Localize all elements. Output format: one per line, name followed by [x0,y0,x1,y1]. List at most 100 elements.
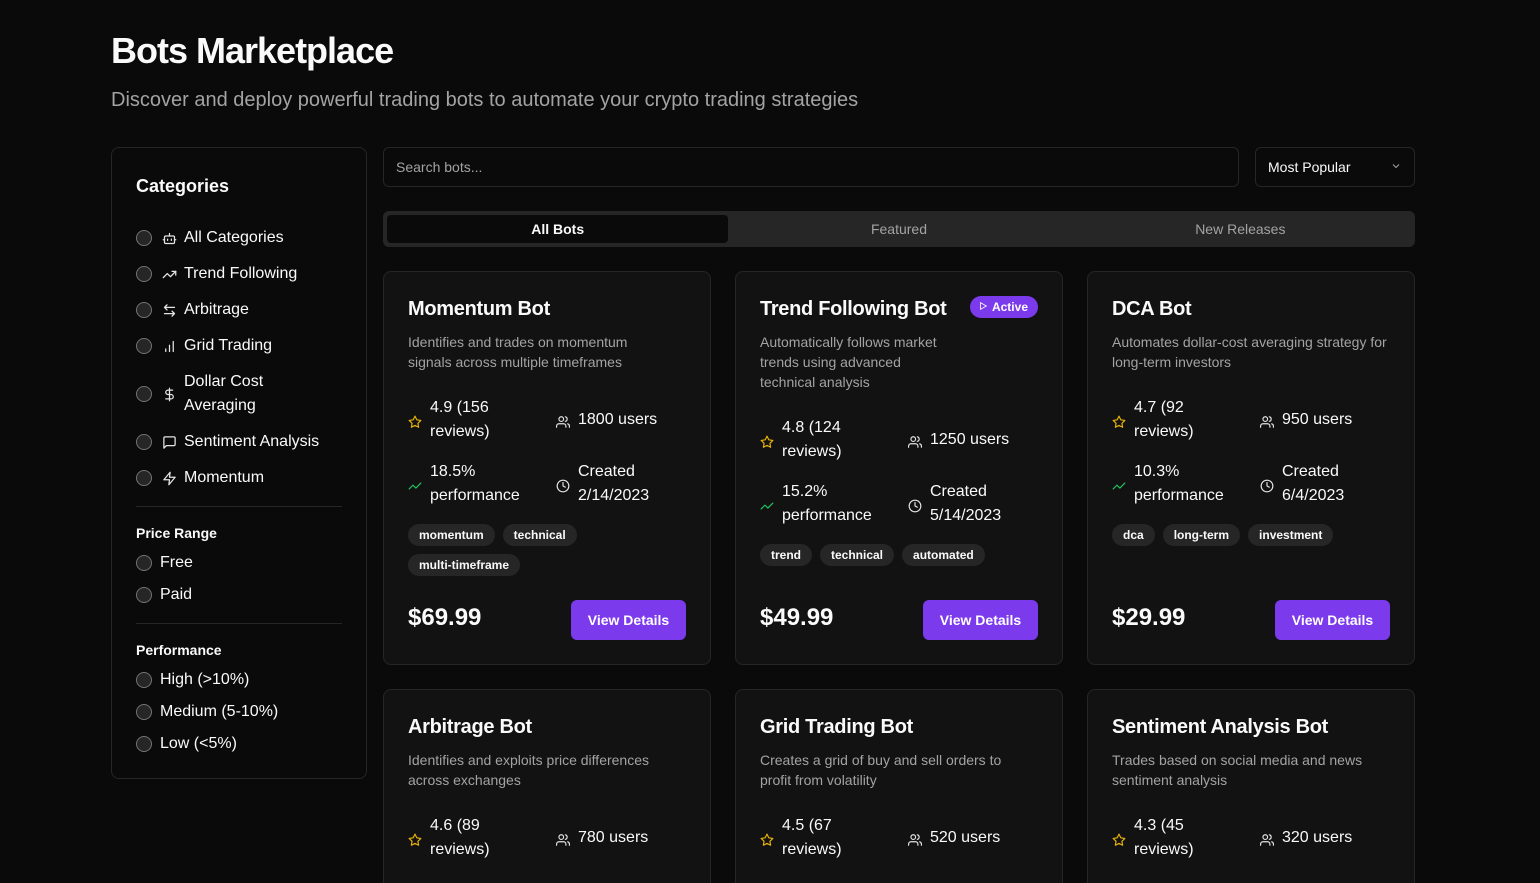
option-label: High (>10%) [160,671,250,688]
trending-up-icon [160,265,178,283]
bot-tags: trend technical automated [760,544,1040,566]
performance-medium-option[interactable]: Medium (5-10%) [136,696,346,728]
category-list: All Categories Trend Following Arbitrage… [136,220,346,760]
bot-icon [160,229,178,247]
bot-rating: 4.3 (45 reviews) [1112,814,1232,862]
radio-button[interactable] [136,230,152,246]
status-badge: Active [969,296,1038,318]
bot-description: Automatically follows market trends usin… [760,334,937,390]
bot-name: DCA Bot [1112,298,1192,320]
chevron-down-icon [1390,159,1402,175]
bot-rating: 4.5 (67 reviews) [760,814,880,862]
performance-high-option[interactable]: High (>10%) [136,664,346,696]
bot-name: Grid Trading Bot [760,716,913,738]
categories-sidebar: Categories All Categories Trend Followin… [111,147,367,779]
option-label: Low (<5%) [160,735,237,752]
category-grid-trading[interactable]: Grid Trading [136,328,346,364]
category-dollar-cost-averaging[interactable]: Dollar Cost Averaging [136,364,346,424]
category-trend-following[interactable]: Trend Following [136,256,346,292]
tag: momentum [408,524,495,546]
star-icon [760,433,774,448]
price-free-option[interactable]: Free [136,547,346,579]
tag: technical [502,524,577,546]
bot-description: Identifies and exploits price difference… [408,752,649,788]
tag: technical [820,544,895,566]
sort-select[interactable]: Most Popular [1255,147,1415,187]
bot-card-arbitrage: Arbitrage Bot Identifies and exploits pr… [383,689,711,883]
categories-title: Categories [136,176,230,196]
bot-card-momentum: Momentum Bot Identifies and trades on mo… [383,271,711,665]
option-label: Medium (5-10%) [160,703,279,720]
star-icon [408,831,422,846]
bot-tags: dca long-term investment [1112,524,1392,546]
radio-button[interactable] [136,386,152,402]
view-details-button[interactable]: View Details [923,600,1038,640]
bot-users: 320 users [1260,826,1352,850]
tab-list: All Bots Featured New Releases [383,211,1415,247]
category-sentiment-analysis[interactable]: Sentiment Analysis [136,424,346,460]
radio-button[interactable] [136,587,152,603]
option-label: Paid [160,586,193,603]
radio-button[interactable] [136,266,152,282]
trending-up-icon [1112,477,1126,491]
bot-created-date: Created 5/14/2023 [908,480,1028,528]
users-icon [556,831,571,846]
zap-icon [160,469,178,487]
search-input[interactable] [383,147,1239,187]
star-icon [1112,413,1126,428]
radio-button[interactable] [136,434,152,450]
bot-name: Trend Following Bot [760,298,947,320]
category-all[interactable]: All Categories [136,220,346,256]
bot-performance: 18.5% performance [408,460,540,508]
message-icon [160,433,178,451]
category-label: Arbitrage [184,301,249,318]
bot-rating: 4.9 (156 reviews) [408,396,528,444]
view-details-button[interactable]: View Details [1275,600,1390,640]
view-details-button[interactable]: View Details [571,600,686,640]
bar-chart-icon [160,337,178,355]
clock-icon [556,477,570,493]
users-icon [1260,413,1275,428]
bot-name: Arbitrage Bot [408,716,532,738]
star-icon [760,831,774,846]
bot-description: Creates a grid of buy and sell orders to… [760,752,1002,788]
bot-users: 1250 users [908,428,1009,452]
trending-up-icon [408,477,422,491]
radio-button[interactable] [136,338,152,354]
star-icon [408,413,422,428]
page-subtitle: Discover and deploy powerful trading bot… [111,89,859,111]
performance-low-option[interactable]: Low (<5%) [136,728,346,760]
tab-new-releases[interactable]: New Releases [1070,215,1411,243]
radio-button[interactable] [136,302,152,318]
radio-button[interactable] [136,470,152,486]
bot-price: $49.99 [760,604,834,631]
radio-button[interactable] [136,704,152,720]
bot-description: Identifies and trades on momentum signal… [408,334,628,370]
category-momentum[interactable]: Momentum [136,460,346,496]
performance-title: Performance [136,642,222,658]
tab-all-bots[interactable]: All Bots [387,215,729,243]
category-label: Trend Following [184,265,298,282]
clock-icon [1260,477,1274,493]
bot-users: 780 users [556,826,648,850]
radio-button[interactable] [136,555,152,571]
tag: trend [760,544,812,566]
bot-performance: 10.3% performance [1112,460,1244,508]
bot-name: Sentiment Analysis Bot [1112,716,1329,738]
price-paid-option[interactable]: Paid [136,579,346,611]
page-title: Bots Marketplace [111,30,394,71]
category-label: All Categories [184,229,284,246]
bot-price: $29.99 [1112,604,1186,631]
bot-created-date: Created 2/14/2023 [556,460,676,508]
bot-card-trend-following: Trend Following Bot Active Automatically… [735,271,1063,665]
bot-description: Trades based on social media and news se… [1112,752,1363,788]
bot-users: 1800 users [556,408,657,432]
bot-performance: 15.2% performance [760,480,892,528]
radio-button[interactable] [136,736,152,752]
category-arbitrage[interactable]: Arbitrage [136,292,346,328]
tab-featured[interactable]: Featured [728,215,1069,243]
bot-rating: 4.6 (89 reviews) [408,814,528,862]
category-label: Momentum [184,469,265,486]
arrows-exchange-icon [160,301,178,319]
radio-button[interactable] [136,672,152,688]
